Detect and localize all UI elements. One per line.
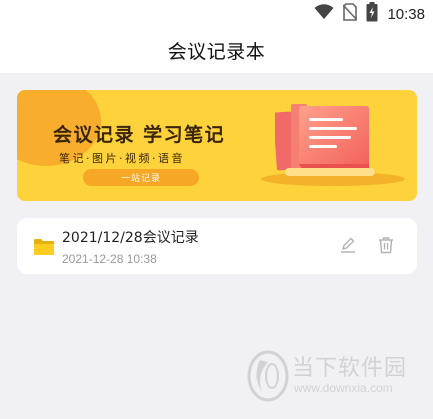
note-date: 2021-12-28 10:38 — [62, 252, 157, 266]
no-sim-icon — [342, 3, 359, 25]
battery-charging-icon — [366, 2, 378, 26]
watermark-logo-icon — [246, 348, 290, 406]
note-title: 2021/12/28会议记录 — [62, 230, 199, 246]
status-icons: 10:38 — [314, 2, 425, 26]
page-title: 会议记录本 — [167, 41, 266, 63]
status-bar: 10:38 — [0, 0, 433, 28]
watermark-name: 当下软件园 — [292, 356, 408, 381]
document-illustration — [273, 102, 385, 186]
watermark: 当下软件园 www.downxia.com — [246, 348, 416, 404]
status-time: 10:38 — [387, 5, 425, 23]
wifi-icon — [314, 4, 334, 24]
folder-icon — [33, 238, 55, 260]
banner-subtitle: 笔记·图片·视频·语音 — [59, 152, 185, 165]
watermark-url: www.downxia.com — [294, 381, 393, 395]
banner-title: 会议记录 学习笔记 — [53, 124, 226, 146]
app-bar: 会议记录本 — [0, 28, 433, 73]
promo-banner[interactable]: 会议记录 学习笔记 笔记·图片·视频·语音 一站记录 — [17, 90, 417, 201]
edit-icon[interactable] — [339, 236, 357, 254]
trash-icon[interactable] — [377, 236, 395, 254]
note-list-item[interactable]: 2021/12/28会议记录 2021-12-28 10:38 — [17, 218, 417, 274]
banner-button[interactable]: 一站记录 — [83, 169, 199, 186]
